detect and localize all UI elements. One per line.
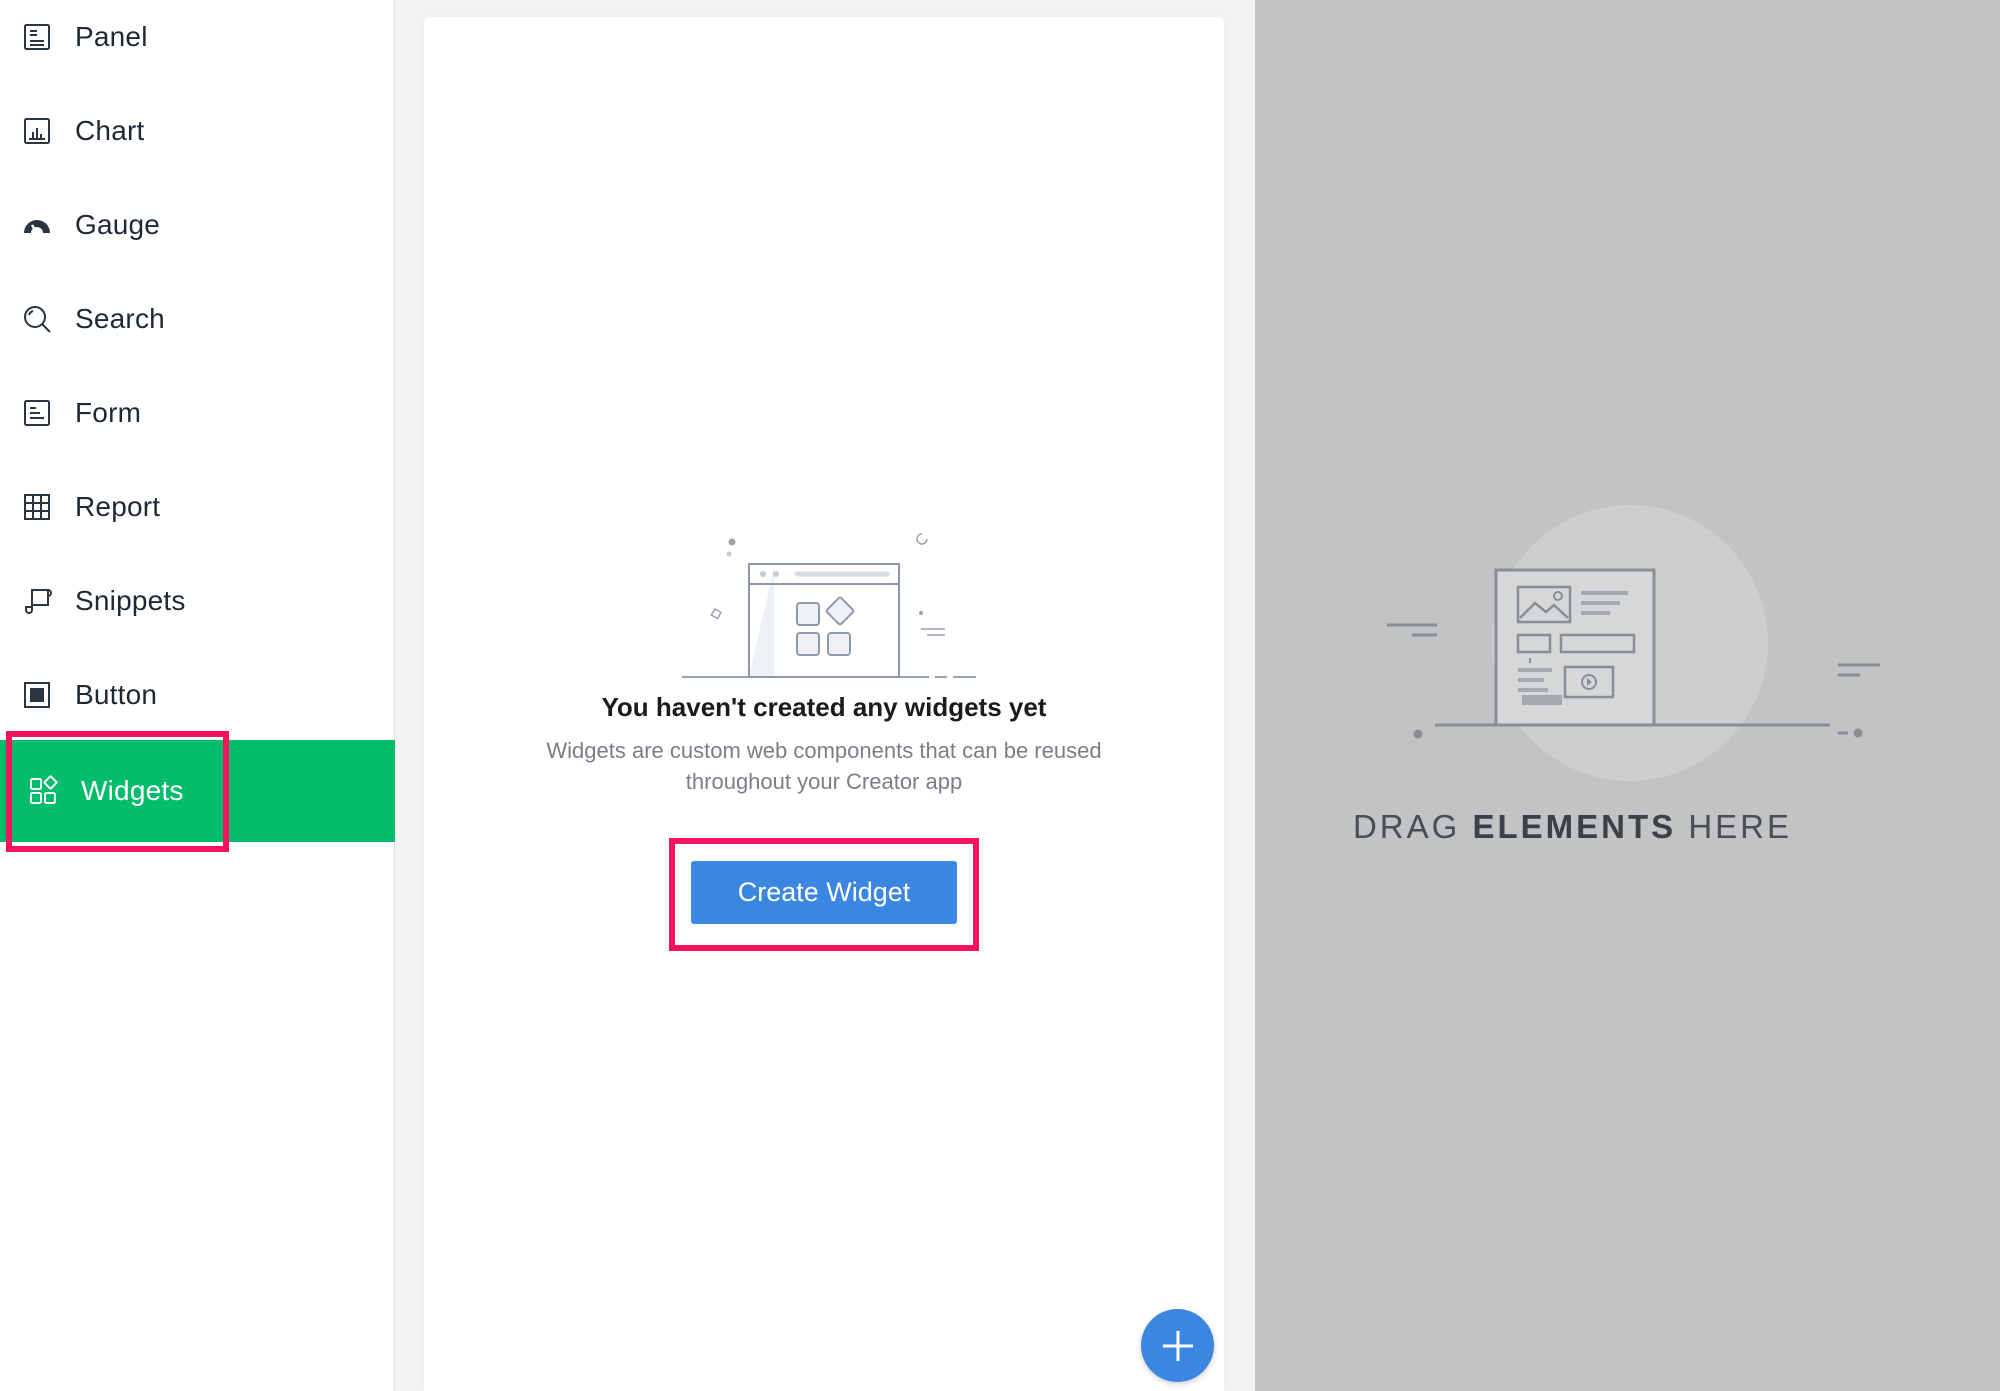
button-icon [20,678,54,712]
report-icon [20,490,54,524]
sidebar-item-label: Report [75,491,161,522]
element-sidebar: Panel Chart Gauge Search Form Report Sni… [0,0,395,1391]
plus-icon [1162,1330,1193,1361]
drag-elements-illustration [1387,505,1880,781]
sidebar-item-label: Gauge [75,209,161,240]
sidebar-item-label: Panel [75,21,148,52]
sidebar-item-label: Snippets [75,585,186,616]
add-fab-button[interactable] [1141,1309,1214,1382]
widgets-panel: You haven't created any widgets yet Widg… [424,17,1224,1391]
snippets-icon [20,584,54,618]
sidebar-item-widgets[interactable]: Widgets [0,740,395,842]
empty-state-description: Widgets are custom web components that c… [546,738,1102,794]
panel-icon [20,20,54,54]
form-icon [20,396,54,430]
sidebar-item-gauge[interactable]: Gauge [0,178,395,272]
create-widget-button[interactable]: Create Widget [691,861,957,924]
search-icon [20,302,54,336]
widgets-icon [26,774,60,808]
sidebar-item-label: Search [75,303,165,334]
empty-widgets-illustration [682,533,976,678]
chart-icon [20,114,54,148]
sidebar-item-label: Chart [75,115,145,146]
sidebar-item-panel[interactable]: Panel [0,0,395,84]
sidebar-item-chart[interactable]: Chart [0,84,395,178]
sidebar-item-form[interactable]: Form [0,366,395,460]
sidebar-item-report[interactable]: Report [0,460,395,554]
empty-state-title: You haven't created any widgets yet [601,692,1047,722]
sidebar-item-snippets[interactable]: Snippets [0,554,395,648]
gauge-icon [20,208,54,242]
canvas-dropzone[interactable]: DRAG ELEMENTS HERE [1255,0,2000,1391]
sidebar-item-label: Widgets [81,775,184,806]
sidebar-item-button[interactable]: Button [0,648,395,742]
sidebar-item-search[interactable]: Search [0,272,395,366]
drag-elements-text: DRAG ELEMENTS HERE [1352,808,1793,845]
app-window: Panel Chart Gauge Search Form Report Sni… [0,0,2000,1391]
sidebar-item-label: Form [75,397,142,428]
sidebar-item-label: Button [75,679,158,710]
